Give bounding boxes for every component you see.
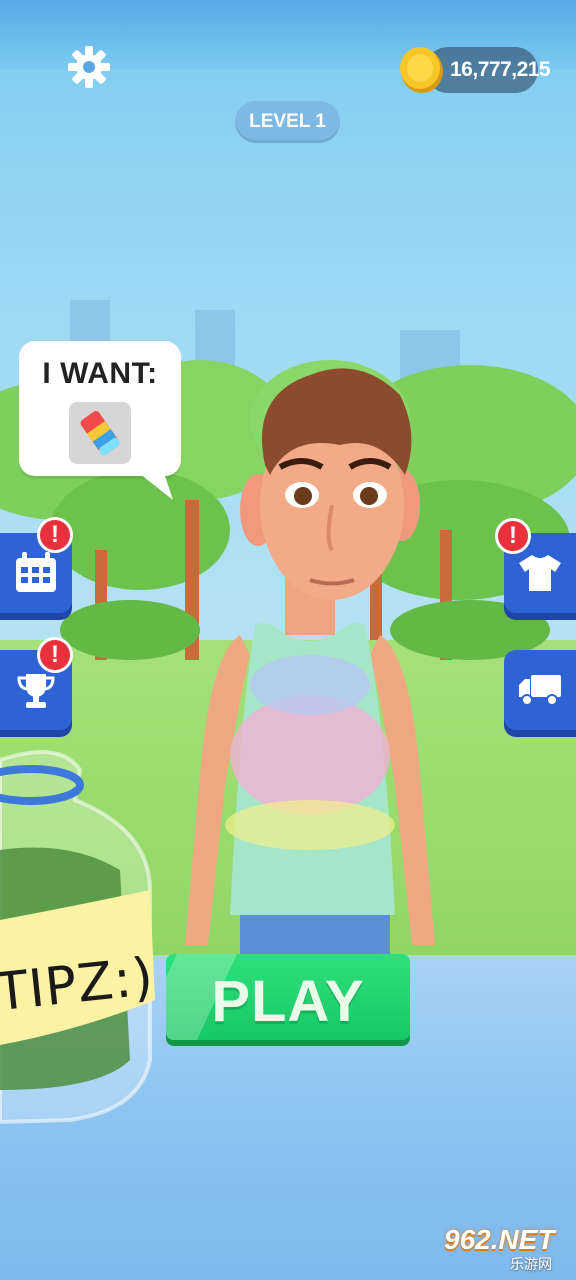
play-button[interactable]: PLAY (166, 954, 410, 1040)
coin-icon (400, 47, 443, 93)
requested-item-slot (69, 402, 131, 464)
request-bubble: I WANT: (19, 341, 181, 476)
truck-button[interactable] (504, 650, 576, 730)
shirt-alert-badge: ! (495, 518, 531, 554)
customer-character (185, 368, 435, 955)
watermark-sub: 乐游网 (510, 1256, 552, 1272)
coin-balance: 16,777,215 (450, 58, 551, 81)
trophy-alert-badge: ! (37, 637, 73, 673)
play-label: PLAY (211, 969, 365, 1034)
site-watermark: 962.NET 乐游网 (440, 1224, 570, 1274)
tip-jar (0, 750, 155, 1125)
request-title: I WANT: (42, 357, 158, 390)
eraser-icon (80, 411, 120, 456)
gear-icon[interactable] (66, 44, 112, 90)
trophy-icon (17, 674, 55, 708)
level-indicator: LEVEL 1 (235, 101, 340, 143)
truck-icon (519, 675, 561, 706)
calendar-alert-badge: ! (37, 517, 73, 553)
shirt-icon (519, 555, 561, 591)
watermark-brand: 962.NET (444, 1224, 555, 1255)
bubble-tail (135, 470, 173, 500)
calendar-icon (16, 552, 56, 592)
